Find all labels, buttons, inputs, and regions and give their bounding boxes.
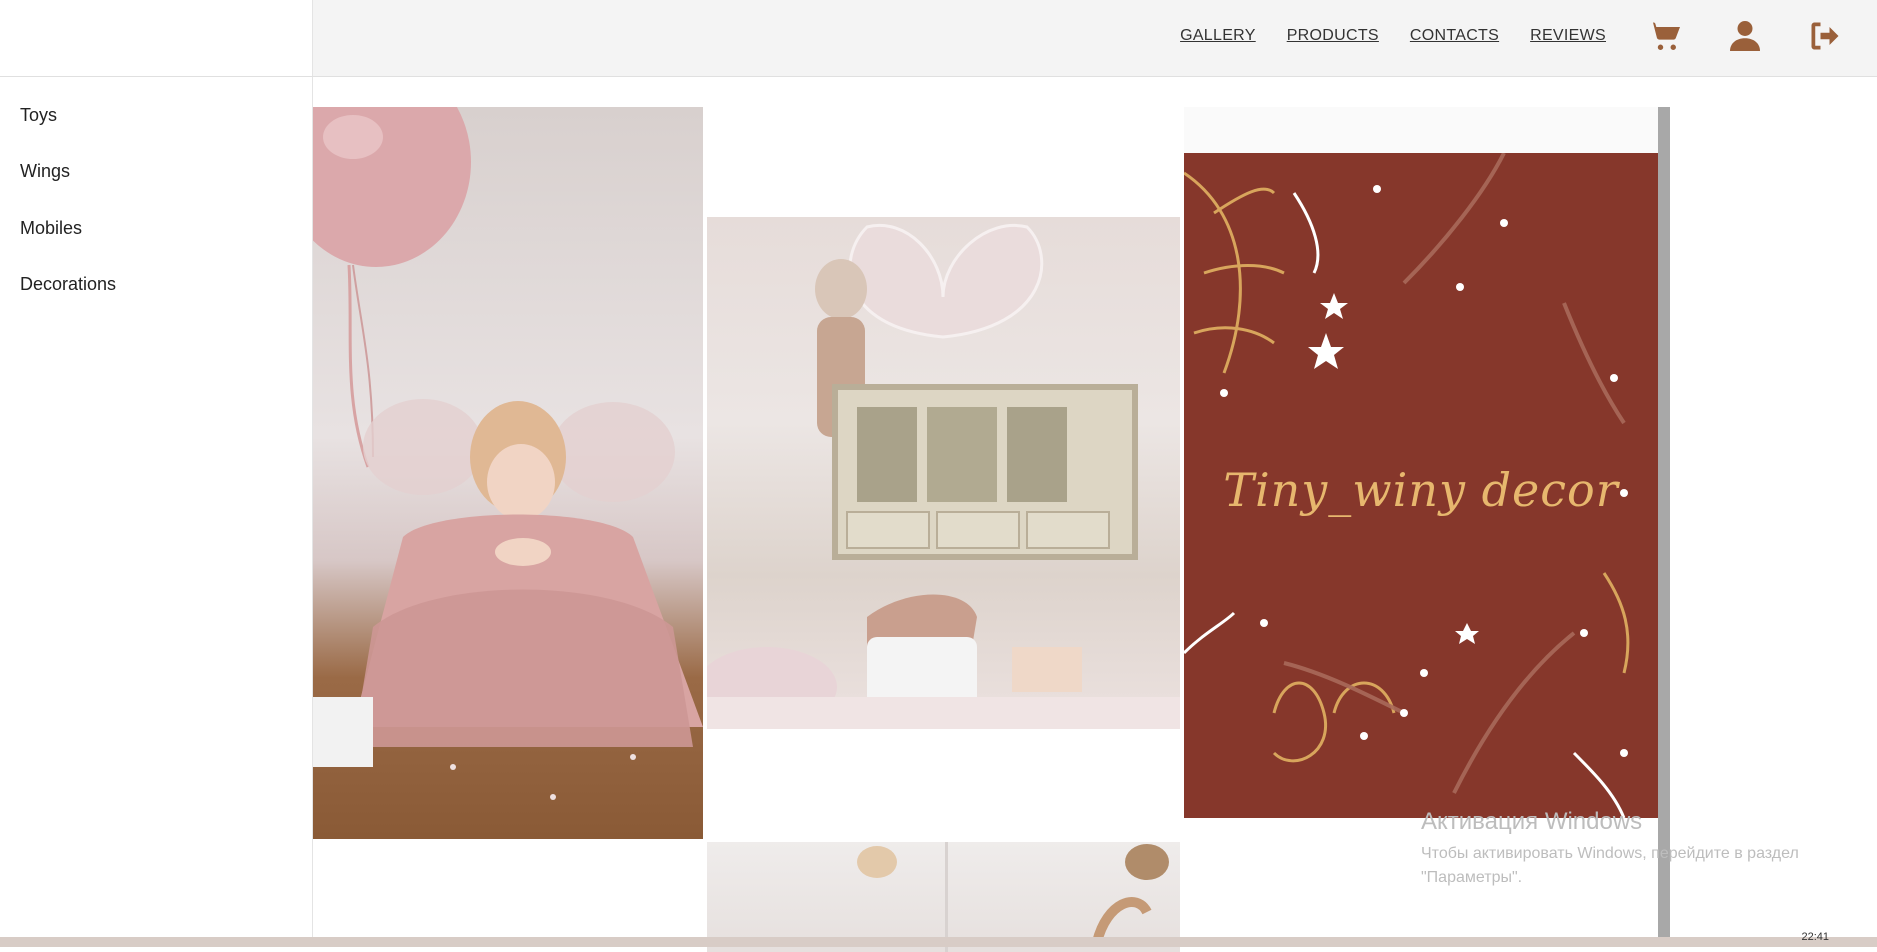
sidebar-item-toys[interactable]: Toys (20, 105, 57, 126)
user-icon[interactable] (1725, 16, 1765, 56)
shelf-photo-illustration (707, 224, 1180, 729)
nav-reviews-link[interactable]: REVIEWS (1530, 27, 1606, 45)
nav-contacts-link[interactable]: CONTACTS (1410, 27, 1499, 45)
os-taskbar: 22:41 (0, 931, 1877, 947)
brand-card[interactable]: Tiny_winy decor (1184, 153, 1658, 818)
sidebar-item-wings[interactable]: Wings (20, 161, 70, 182)
logo-area (0, 0, 313, 76)
cart-icon[interactable] (1645, 16, 1685, 56)
brand-logo-text: Tiny_winy decor (1223, 463, 1619, 517)
brand-card-top (1184, 107, 1658, 153)
watermark-text: Чтобы активировать Windows, перейдите в … (1421, 845, 1799, 886)
taskbar-clock: 22:41 (1801, 931, 1829, 943)
sidebar-item-mobiles[interactable]: Mobiles (20, 218, 82, 239)
nav-products-link[interactable]: PRODUCTS (1287, 27, 1379, 45)
sidebar-item-decorations[interactable]: Decorations (20, 274, 116, 295)
mobile-photo-illustration (857, 842, 1169, 952)
watermark-title: Активация Windows (1421, 808, 1643, 835)
windows-activation-watermark: Активация Windows Чтобы активировать Win… (1421, 808, 1861, 890)
gallery-photo-mobile[interactable] (707, 842, 1180, 952)
top-header: GALLERY PRODUCTS CONTACTS REVIEWS (0, 0, 1877, 77)
nav-gallery-link[interactable]: GALLERY (1180, 27, 1256, 45)
category-sidebar: Toys Wings Mobiles Decorations (0, 77, 313, 937)
gallery-photo-girl[interactable] (313, 107, 703, 839)
girl-photo-illustration (313, 107, 703, 800)
gallery-photo-shelf[interactable] (707, 217, 1180, 729)
logout-icon[interactable] (1805, 16, 1845, 56)
main-nav: GALLERY PRODUCTS CONTACTS REVIEWS (1180, 0, 1877, 72)
